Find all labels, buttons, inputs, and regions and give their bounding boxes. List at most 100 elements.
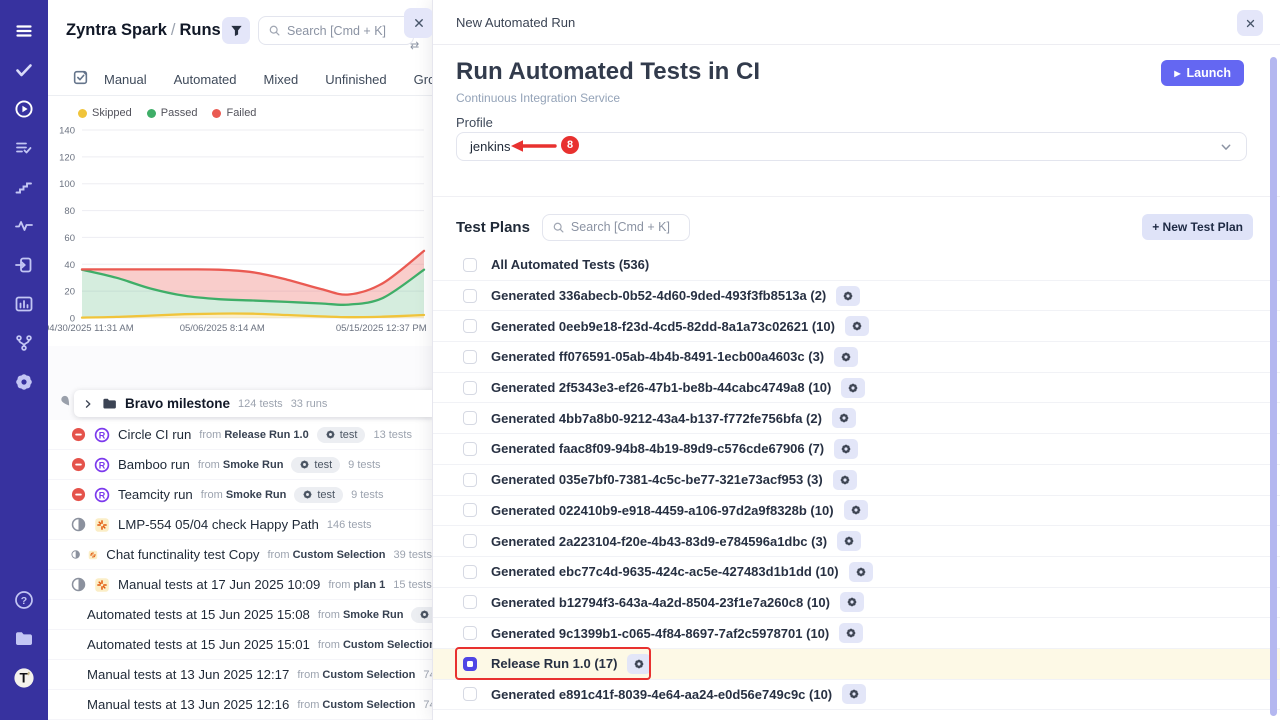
plan-checkbox[interactable] (463, 319, 477, 333)
test-plan-row[interactable]: Release Run 1.0 (17) (433, 649, 1280, 680)
runs-play-icon[interactable] (13, 98, 35, 120)
milestone-group-row[interactable]: Bravo milestone 124 tests 33 runs (74, 390, 432, 417)
help-icon[interactable]: ? (13, 589, 35, 611)
plan-checkbox[interactable] (463, 687, 477, 701)
reports-icon[interactable] (13, 293, 35, 315)
test-plan-row[interactable]: Generated 022410b9-e918-4459-a106-97d2a9… (433, 496, 1280, 527)
run-row[interactable]: Manual tests at 13 Jun 2025 12:17 from C… (48, 660, 432, 690)
run-row[interactable]: Circle CI run from Release Run 1.0 test … (48, 420, 432, 450)
test-plan-row[interactable]: Generated 035e7bf0-7381-4c5c-be77-321e73… (433, 465, 1280, 496)
plan-checkbox[interactable] (463, 534, 477, 548)
plan-settings-button[interactable] (833, 470, 857, 490)
tab-mixed[interactable]: Mixed (264, 72, 299, 87)
plan-settings-button[interactable] (627, 654, 651, 674)
plan-checkbox[interactable] (463, 565, 477, 579)
plan-settings-button[interactable] (837, 531, 861, 551)
plan-checkbox[interactable] (463, 595, 477, 609)
steps-icon[interactable] (13, 176, 35, 198)
filter-button[interactable] (222, 17, 250, 44)
legend-failed: Failed (212, 107, 256, 119)
test-badge[interactable]: test (291, 457, 340, 473)
test-plan-row[interactable]: Generated 0eeb9e18-f23d-4cd5-82dd-8a1a73… (433, 311, 1280, 342)
settings-gear-icon[interactable] (13, 371, 35, 393)
plan-settings-button[interactable] (841, 378, 865, 398)
test-plan-row[interactable]: All Automated Tests (536) (433, 250, 1280, 281)
app-logo[interactable]: T (13, 667, 35, 689)
run-row[interactable]: LMP-554 05/04 check Happy Path 146 tests (48, 510, 432, 540)
drawer-close-button[interactable] (1237, 10, 1263, 36)
pin-icon[interactable] (59, 394, 73, 408)
plan-checkbox[interactable] (463, 258, 477, 272)
run-row[interactable]: Automated tests at 15 Jun 2025 15:01 fro… (48, 630, 432, 660)
test-plan-row[interactable]: Generated ff076591-05ab-4b4b-8491-1ecb00… (433, 342, 1280, 373)
plan-settings-button[interactable] (839, 623, 863, 643)
plan-checkbox[interactable] (463, 289, 477, 303)
plan-settings-button[interactable] (834, 347, 858, 367)
plan-settings-button[interactable] (845, 316, 869, 336)
test-plan-row[interactable]: Generated 2f5343e3-ef26-47b1-be8b-44cabc… (433, 373, 1280, 404)
plan-settings-button[interactable] (840, 592, 864, 612)
run-name: Teamcity run (118, 487, 193, 502)
run-row[interactable]: Teamcity run from Smoke Run test 9 tests (48, 480, 432, 510)
panel-close-button[interactable] (404, 8, 432, 38)
project-name[interactable]: Zyntra Spark (66, 21, 167, 39)
test-plan-row[interactable]: Generated 9c1399b1-c065-4f84-8697-7af2c5… (433, 618, 1280, 649)
test-plan-row[interactable]: Generated ebc77c4d-9635-424c-ac5e-427483… (433, 557, 1280, 588)
plan-settings-button[interactable] (834, 439, 858, 459)
drawer-scrollbar[interactable] (1270, 57, 1277, 716)
plan-settings-button[interactable] (832, 408, 856, 428)
plan-settings-button[interactable] (842, 684, 866, 704)
pulse-icon[interactable] (13, 215, 35, 237)
plan-checkbox[interactable] (463, 350, 477, 364)
test-plan-row[interactable]: Generated e891c41f-8039-4e64-aa24-e0d56e… (433, 680, 1280, 711)
svg-text:60: 60 (64, 233, 75, 244)
plan-checkbox[interactable] (463, 473, 477, 487)
plan-checkbox[interactable] (463, 442, 477, 456)
run-row[interactable]: Manual tests at 17 Jun 2025 10:09 from p… (48, 570, 432, 600)
test-plan-row[interactable]: Generated 336abecb-0b52-4d60-9ded-493f3f… (433, 281, 1280, 312)
tab-unfinished[interactable]: Unfinished (325, 72, 386, 87)
test-badge[interactable]: test (411, 607, 432, 623)
plan-checkbox[interactable] (463, 381, 477, 395)
test-plan-row[interactable]: Generated b12794f3-643a-4a2d-8504-23f1e7… (433, 588, 1280, 619)
plan-label: Generated 336abecb-0b52-4d60-9ded-493f3f… (491, 288, 826, 303)
run-row[interactable]: Automated tests at 15 Jun 2025 15:08 fro… (48, 600, 432, 630)
gear-icon (855, 566, 867, 578)
run-tests-count: 13 tests (373, 429, 412, 441)
chevron-right-icon[interactable] (82, 398, 94, 410)
test-badge[interactable]: test (294, 487, 343, 503)
tab-groups[interactable]: Groups (414, 72, 432, 87)
tab-automated[interactable]: Automated (174, 72, 237, 87)
resize-icon[interactable]: ⇄ (410, 39, 419, 52)
run-source: from Smoke Run (318, 609, 404, 621)
plan-label: Generated 2f5343e3-ef26-47b1-be8b-44cabc… (491, 380, 831, 395)
run-row[interactable]: Chat functinality test Copy from Custom … (48, 540, 432, 570)
tasks-check-icon[interactable] (13, 59, 35, 81)
import-icon[interactable] (13, 254, 35, 276)
plan-settings-button[interactable] (836, 286, 860, 306)
test-plan-row[interactable]: Generated 4bb7a8b0-9212-43a4-b137-f772fe… (433, 403, 1280, 434)
tab-manual[interactable]: Manual (104, 72, 147, 87)
plans-search-input[interactable] (571, 220, 680, 234)
plan-checkbox[interactable] (463, 411, 477, 425)
plan-checkbox[interactable] (463, 657, 477, 671)
branches-icon[interactable] (13, 332, 35, 354)
plan-checkbox[interactable] (463, 626, 477, 640)
plan-checkbox[interactable] (463, 503, 477, 517)
automated-run-icon (94, 457, 110, 473)
plan-settings-button[interactable] (844, 500, 868, 520)
test-plan-row[interactable]: Generated 2a223104-f20e-4b43-83d9-e78459… (433, 526, 1280, 557)
projects-folder-icon[interactable] (13, 628, 35, 650)
launch-button[interactable]: ▶ Launch (1161, 60, 1244, 86)
run-name: Chat functinality test Copy (106, 547, 259, 562)
test-plans-icon[interactable] (13, 137, 35, 159)
run-row[interactable]: Manual tests at 13 Jun 2025 12:16 from C… (48, 690, 432, 720)
test-badge[interactable]: test (317, 427, 366, 443)
runs-search-input[interactable] (287, 24, 404, 38)
run-row[interactable]: Bamboo run from Smoke Run test 9 tests (48, 450, 432, 480)
menu-icon[interactable] (13, 20, 35, 42)
test-plan-row[interactable]: Generated faac8f09-94b8-4b19-89d9-c576cd… (433, 434, 1280, 465)
new-test-plan-button[interactable]: + New Test Plan (1142, 214, 1253, 240)
select-runs-icon[interactable] (72, 69, 89, 86)
plan-settings-button[interactable] (849, 562, 873, 582)
